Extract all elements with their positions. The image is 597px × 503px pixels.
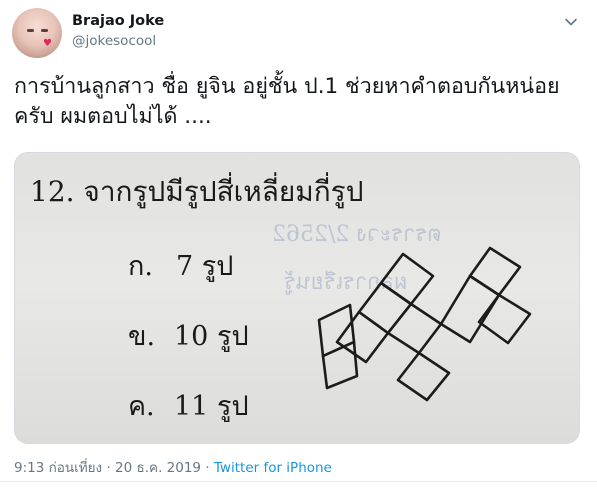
figure-square-middle-left — [357, 281, 413, 335]
tweet-source-link[interactable]: Twitter for iPhone — [214, 460, 332, 476]
avatar-eye-left — [27, 29, 34, 32]
tweet-text-line-1: การบ้านลูกสาว ชื่อ ยูจิน อยู่ชั้น ป.1 ช่… — [14, 74, 560, 99]
figure-square-middle-right — [439, 274, 501, 344]
heart-icon: ♥ — [43, 38, 52, 49]
divider — [0, 481, 597, 482]
user-handle[interactable]: @jokesocool — [72, 33, 156, 49]
tweet-date[interactable]: 20 ธ.ค. 2019 — [115, 460, 201, 476]
avatar-eye-right — [41, 29, 48, 32]
display-name[interactable]: Brajao Joke — [72, 13, 164, 29]
meta-separator: · — [106, 460, 111, 476]
figure-square-bottom-left — [335, 310, 390, 364]
meta-separator-2: · — [205, 460, 210, 476]
chevron-down-icon[interactable] — [563, 14, 579, 30]
figure-square-small-left-bottom — [321, 340, 359, 390]
figure-square-middle-center — [386, 302, 443, 355]
tweet-meta: 9:13 ก่อนเที่ยง · 20 ธ.ค. 2019 · Twitter… — [14, 456, 332, 478]
figure-square-top-left — [379, 252, 435, 306]
figure-square-bottom-right — [396, 351, 451, 402]
figure-square-small-left — [317, 303, 356, 358]
avatar[interactable]: ♥ — [12, 8, 62, 58]
tweet-text-line-2: ครับ ผมตอบไม่ได้ .... — [14, 104, 212, 129]
tweet-time[interactable]: 9:13 ก่อนเที่ยง — [14, 460, 102, 476]
tweet-photo[interactable]: ตราระวง 2/2562 ผลการเรียนรู้ 12. จากรูปม… — [14, 152, 580, 444]
figure-square-right-lower — [477, 293, 532, 345]
tweet-text: การบ้านลูกสาว ชื่อ ยูจิน อยู่ชั้น ป.1 ช่… — [14, 72, 586, 132]
squares-figure — [317, 246, 532, 402]
figure-square-top-right — [468, 246, 522, 297]
